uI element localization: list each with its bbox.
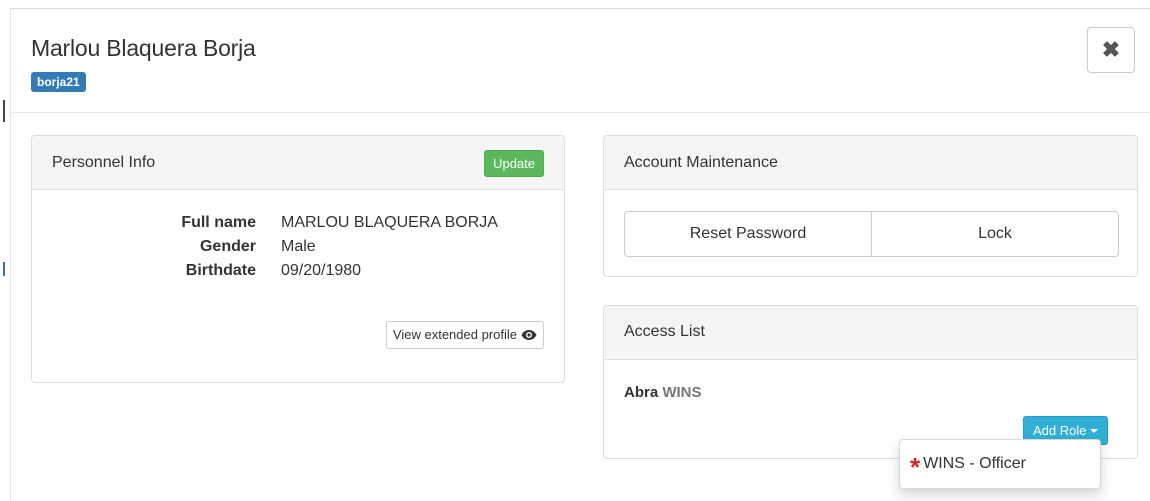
info-label: Birthdate (185, 262, 256, 279)
dropdown-item-label: WINS - Officer (923, 455, 1026, 472)
background-edge-mark (3, 262, 5, 276)
close-icon: ✖ (1101, 37, 1121, 62)
view-extended-profile-button[interactable]: View extended profile (385, 321, 544, 349)
info-row-gender: Gender Male (32, 238, 566, 262)
access-entry-location: Abra (624, 384, 659, 401)
user-modal: Marlou Blaquera Borja borja21 ✖ Personne… (10, 8, 1150, 501)
reset-password-button[interactable]: Reset Password (624, 211, 872, 257)
info-value: Male (281, 238, 316, 255)
modal-header: Marlou Blaquera Borja borja21 ✖ (11, 9, 1150, 113)
panel-title: Personnel Info (52, 154, 156, 171)
lock-button[interactable]: Lock (872, 211, 1119, 257)
personnel-info-panel: Personnel Info Update Full name MARLOU B… (31, 135, 565, 383)
eye-icon (521, 330, 537, 340)
account-actions-group: Reset Password Lock (624, 211, 1119, 257)
required-asterisk-icon: * (910, 452, 921, 482)
access-entry: Abra WINS (624, 384, 702, 401)
info-value: MARLOU BLAQUERA BORJA (281, 214, 498, 231)
view-profile-label: View extended profile (392, 327, 517, 342)
caret-down-icon (1090, 428, 1099, 433)
background-edge-mark (3, 100, 5, 122)
panel-heading: Personnel Info Update (32, 136, 564, 190)
panel-heading: Account Maintenance (604, 136, 1137, 190)
account-maintenance-panel: Account Maintenance Reset Password Lock (603, 135, 1138, 277)
modal-title: Marlou Blaquera Borja (31, 35, 256, 61)
info-label: Full name (181, 214, 256, 231)
role-dropdown-menu: * WINS - Officer (899, 439, 1101, 489)
access-entry-system: WINS (662, 384, 702, 401)
panel-heading: Access List (604, 306, 1137, 360)
info-value: 09/20/1980 (281, 262, 362, 279)
access-list-panel: Access List Abra WINS Add Role (603, 305, 1138, 459)
dropdown-item-wins-officer[interactable]: * WINS - Officer (910, 448, 1026, 480)
update-button[interactable]: Update (484, 150, 544, 177)
panel-title: Access List (624, 323, 705, 340)
username-badge: borja21 (31, 72, 86, 92)
close-button[interactable]: ✖ (1087, 27, 1135, 73)
info-row-full-name: Full name MARLOU BLAQUERA BORJA (32, 214, 566, 238)
info-row-birthdate: Birthdate 09/20/1980 (32, 262, 566, 286)
info-label: Gender (199, 238, 256, 255)
panel-title: Account Maintenance (624, 154, 778, 171)
